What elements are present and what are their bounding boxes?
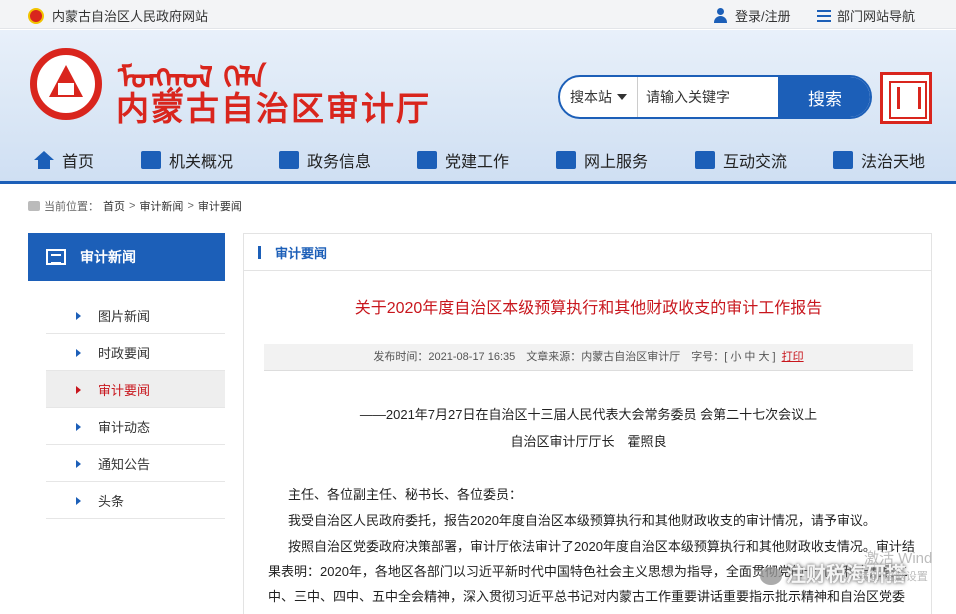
breadcrumb-sep: > [187, 200, 194, 212]
sidebar-item-label: 审计要闻 [98, 382, 151, 398]
site-title: 内蒙古自治区审计厅 [116, 90, 431, 127]
sidebar-item-label: 图片新闻 [98, 308, 151, 324]
sidebar-item-politics[interactable]: 时政要闻 [46, 334, 225, 371]
search-scope-select[interactable]: 搜本站 [560, 77, 638, 117]
nav-label: 网上服务 [584, 154, 649, 171]
party-icon [417, 151, 437, 169]
nav-rule-of-law[interactable]: 法治天地 [833, 148, 925, 172]
chat-icon [695, 151, 715, 169]
nav-label: 党建工作 [445, 154, 510, 171]
building-icon [141, 151, 161, 169]
mongolian-seal-logo [880, 72, 932, 124]
article-title: 关于2020年度自治区本级预算执行和其他财政收支的审计工作报告 [354, 300, 823, 317]
dept-nav-label: 部门网站导航 [837, 9, 916, 24]
login-link[interactable]: 登录/注册 [713, 6, 791, 25]
main-nav: 首页 机关概况 政务信息 党建工作 网上服务 互动交流 法治天地 [0, 140, 956, 180]
breadcrumb: 当前位置： 首页 > 审计新闻 > 审计要闻 [28, 198, 242, 214]
sidebar-item-label: 通知公告 [98, 456, 151, 472]
nav-label: 互动交流 [723, 154, 788, 171]
gov-site-link[interactable]: 内蒙古自治区人民政府网站 [28, 6, 208, 25]
location-icon [28, 201, 40, 211]
sidebar-item-label: 时政要闻 [98, 345, 151, 361]
article-meta: 发布时间：2021-08-17 16:35 文章来源：内蒙古自治区审计厅 字号：… [264, 344, 913, 371]
breadcrumb-audit-news[interactable]: 审计新闻 [139, 198, 183, 214]
nav-overview[interactable]: 机关概况 [141, 148, 233, 172]
news-icon [279, 151, 299, 169]
chart-icon [556, 151, 576, 169]
sidebar-header: 审计新闻 [28, 233, 225, 281]
login-label: 登录/注册 [735, 9, 791, 24]
dept-nav-link[interactable]: 部门网站导航 [817, 6, 915, 25]
paragraph: 我受自治区人民政府委托，报告2020年度自治区本级预算执行和其他财政收支的审计情… [288, 513, 876, 528]
nav-label: 机关概况 [169, 154, 234, 171]
nav-government-info[interactable]: 政务信息 [279, 148, 371, 172]
sidebar-item-photo-news[interactable]: 图片新闻 [46, 297, 225, 334]
sidebar-item-audit-updates[interactable]: 审计动态 [46, 408, 225, 445]
paragraph: 主任、各位副主任、秘书长、各位委员： [288, 487, 523, 502]
nav-interaction[interactable]: 互动交流 [695, 148, 787, 172]
nav-label: 政务信息 [307, 154, 372, 171]
meta-text: 发布时间：2021-08-17 16:35 文章来源：内蒙古自治区审计厅 字号：… [373, 351, 776, 363]
sidebar-item-label: 审计动态 [98, 419, 151, 435]
print-link[interactable]: 打印 [782, 351, 804, 363]
sidebar-item-headlines[interactable]: 头条 [46, 482, 225, 519]
sidebar-list: 图片新闻 时政要闻 审计要闻 审计动态 通知公告 头条 [46, 297, 225, 519]
speech-occasion: ——2021年7月27日在自治区十三届人民代表大会常务委员 会第二十七次会议上 [359, 407, 818, 422]
list-icon [817, 9, 831, 22]
sidebar-item-audit-highlights[interactable]: 审计要闻 [46, 371, 225, 408]
nav-home[interactable]: 首页 [34, 148, 94, 172]
nav-party-building[interactable]: 党建工作 [417, 148, 509, 172]
gov-site-name: 内蒙古自治区人民政府网站 [52, 9, 209, 24]
sidebar-item-label: 头条 [98, 493, 125, 509]
search-input[interactable] [646, 87, 776, 107]
activate-line-2: 转到"电脑设置 [858, 571, 928, 583]
search-button[interactable]: 搜索 [778, 77, 870, 117]
breadcrumb-home[interactable]: 首页 [103, 198, 125, 214]
audit-logo[interactable] [30, 48, 102, 120]
user-icon [713, 7, 729, 24]
nav-label: 首页 [62, 154, 95, 171]
breadcrumb-prefix: 当前位置： [44, 201, 99, 213]
newspaper-icon [46, 249, 66, 265]
speaker-line: 自治区审计厅厅长 霍照良 [510, 434, 667, 449]
home-icon [34, 151, 54, 169]
breadcrumb-sep: > [129, 200, 136, 212]
top-bar: 内蒙古自治区人民政府网站 登录/注册 部门网站导航 [0, 0, 956, 29]
wechat-icon [760, 566, 782, 585]
search-box: 搜本站 搜索 [558, 75, 872, 119]
breadcrumb-audit-highlights[interactable]: 审计要闻 [198, 198, 242, 214]
nav-label: 法治天地 [861, 154, 926, 171]
sidebar-item-notices[interactable]: 通知公告 [46, 445, 225, 482]
national-emblem-icon [28, 7, 44, 24]
site-header: ᠮᠣᠩᠭᠣᠯ ᠬᠡᠯᠡ 内蒙古自治区审计厅 搜本站 搜索 首页 机关概况 政务信… [0, 30, 956, 184]
windows-activation-notice: 激活 Wind 转到"电脑设置 [858, 547, 933, 584]
activate-line-1: 激活 Wind [864, 550, 933, 567]
article-panel: 审计要闻 关于2020年度自治区本级预算执行和其他财政收支的审计工作报告 发布时… [243, 233, 932, 614]
section-title: 审计要闻 [244, 234, 931, 271]
sidebar-title: 审计新闻 [80, 249, 136, 265]
law-icon [833, 151, 853, 169]
nav-online-service[interactable]: 网上服务 [556, 148, 648, 172]
